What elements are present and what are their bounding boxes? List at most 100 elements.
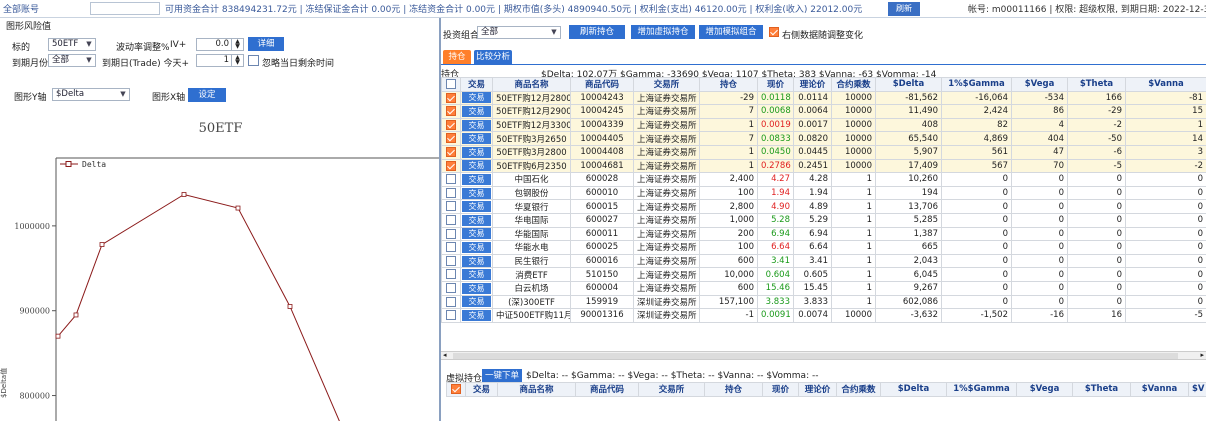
- table-row[interactable]: 交易 50ETF购3月2650 10004405 上海证券交易所 7 0.0833 0.08…: [441, 131, 1206, 146]
- virtual-column-header[interactable]: 交易所: [638, 382, 705, 397]
- row-checkbox[interactable]: [441, 90, 461, 106]
- portfolio-select[interactable]: 全部 ▼: [477, 26, 561, 39]
- trade-button[interactable]: 交易: [462, 146, 491, 158]
- row-checkbox[interactable]: [441, 280, 461, 296]
- virtual-column-header[interactable]: $Vega: [1016, 382, 1073, 397]
- virtual-column-header[interactable]: $Delta: [880, 382, 947, 397]
- stepper-arrows-icon[interactable]: ▲ ▼: [231, 55, 243, 66]
- row-checkbox[interactable]: [441, 226, 461, 242]
- checkbox-icon[interactable]: [446, 242, 456, 253]
- refresh-holdings-button[interactable]: 刷新持仓: [569, 25, 625, 39]
- row-checkbox[interactable]: [441, 131, 461, 146]
- detail-button[interactable]: 详细: [248, 37, 284, 51]
- trade-button[interactable]: 交易: [462, 241, 491, 253]
- table-row[interactable]: 交易 华能国际 600011 上海证券交易所 200 6.94 6.94 1 1,387 0 0 0 0: [441, 226, 1206, 242]
- trade-button[interactable]: 交易: [462, 160, 491, 172]
- trade-button[interactable]: 交易: [462, 214, 491, 226]
- checkbox-icon[interactable]: [446, 282, 456, 293]
- trade-button[interactable]: 交易: [462, 255, 491, 267]
- virtual-select-all[interactable]: [446, 382, 466, 397]
- checkbox-icon[interactable]: [451, 384, 461, 395]
- table-row[interactable]: 交易 白云机场 600004 上海证券交易所 600 15.46 15.45 1 9,267 0 0…: [441, 280, 1206, 296]
- table-row[interactable]: 交易 中证500ETF购11月(90001316 深圳证券交易所 -1 0.0091 0.…: [441, 308, 1206, 323]
- stepper-arrows-icon[interactable]: ▲ ▼: [231, 39, 243, 50]
- checkbox-icon[interactable]: [446, 310, 456, 321]
- checkbox-icon[interactable]: [446, 92, 456, 103]
- checkbox-icon[interactable]: [446, 187, 456, 198]
- virtual-column-header[interactable]: 商品代码: [575, 382, 639, 397]
- account-selector-label[interactable]: 全部账号: [3, 2, 39, 15]
- column-header[interactable]: 持仓: [699, 77, 758, 92]
- iv-stepper[interactable]: 0.0 ▲ ▼: [196, 38, 244, 51]
- right-adjust-checkbox[interactable]: [769, 27, 779, 38]
- trade-button[interactable]: 交易: [462, 105, 491, 117]
- checkbox-icon[interactable]: [446, 214, 456, 225]
- checkbox-icon[interactable]: [446, 174, 456, 185]
- trade-button[interactable]: 交易: [462, 296, 491, 308]
- checkbox-icon[interactable]: [446, 228, 456, 239]
- row-checkbox[interactable]: [441, 185, 461, 201]
- table-row[interactable]: 交易 (深)300ETF 159919 深圳证券交易所 157,100 3.833 3.83…: [441, 294, 1206, 310]
- row-checkbox[interactable]: [441, 294, 461, 310]
- table-row[interactable]: 交易 华能水电 600025 上海证券交易所 100 6.64 6.64 1 665 0 0 0 0: [441, 240, 1206, 255]
- column-header[interactable]: 交易: [460, 77, 493, 92]
- column-header[interactable]: 合约乘数: [831, 77, 876, 92]
- row-checkbox[interactable]: [441, 199, 461, 214]
- table-row[interactable]: 交易 中国石化 600028 上海证券交易所 2,400 4.27 4.28 1 10,260 0…: [441, 172, 1206, 187]
- table-row[interactable]: 交易 包钢股份 600010 上海证券交易所 100 1.94 1.94 1 194 0 0 0 0: [441, 185, 1206, 201]
- trade-button[interactable]: 交易: [462, 92, 491, 104]
- row-checkbox[interactable]: [441, 253, 461, 269]
- virtual-column-header[interactable]: 持仓: [704, 382, 763, 397]
- virtual-column-header[interactable]: 交易: [465, 382, 498, 397]
- trade-button[interactable]: 交易: [462, 228, 491, 240]
- virtual-column-header[interactable]: $V: [1188, 382, 1206, 397]
- checkbox-icon[interactable]: [446, 79, 456, 90]
- table-row[interactable]: 交易 50ETF购12月2800 10004243 上海证券交易所 -29 0.0118 0…: [441, 90, 1206, 106]
- checkbox-icon[interactable]: [446, 160, 456, 171]
- table-row[interactable]: 交易 50ETF购3月2800 10004408 上海证券交易所 1 0.0450 0.04…: [441, 144, 1206, 160]
- virtual-column-header[interactable]: 合约乘数: [836, 382, 881, 397]
- checkbox-icon[interactable]: [446, 147, 456, 158]
- row-checkbox[interactable]: [441, 240, 461, 255]
- column-header[interactable]: $Vanna: [1125, 77, 1206, 92]
- row-checkbox[interactable]: [441, 308, 461, 323]
- add-virtual-holding-button[interactable]: 增加虚拟持仓: [631, 25, 695, 39]
- checkbox-icon[interactable]: [446, 133, 456, 144]
- column-header[interactable]: $Vega: [1011, 77, 1068, 92]
- row-checkbox[interactable]: [441, 172, 461, 187]
- column-header[interactable]: 理论价: [793, 77, 832, 92]
- table-row[interactable]: 交易 消费ETF 510150 上海证券交易所 10,000 0.604 0.605 1 6,0…: [441, 267, 1206, 282]
- checkbox-icon[interactable]: [446, 201, 456, 212]
- account-selector[interactable]: [90, 2, 160, 15]
- table-row[interactable]: 交易 华夏银行 600015 上海证券交易所 2,800 4.90 4.89 1 13,706 0…: [441, 199, 1206, 214]
- table-row[interactable]: 交易 50ETF购6月2350 10004681 上海证券交易所 1 0.2786 0.24…: [441, 158, 1206, 174]
- one-click-order-button[interactable]: 一键下单: [482, 369, 522, 383]
- virtual-column-header[interactable]: 理论价: [798, 382, 837, 397]
- checkbox-icon[interactable]: [446, 255, 456, 266]
- checkbox-icon[interactable]: [446, 296, 456, 307]
- expiry-days-stepper[interactable]: 1 ▲ ▼: [196, 54, 244, 67]
- column-header[interactable]: 现价: [757, 77, 794, 92]
- virtual-column-header[interactable]: $Vanna: [1130, 382, 1189, 397]
- virtual-column-header[interactable]: 1%$Gamma: [946, 382, 1017, 397]
- trade-button[interactable]: 交易: [462, 173, 491, 185]
- ignore-day-checkbox[interactable]: [248, 55, 259, 66]
- trade-button[interactable]: 交易: [462, 133, 491, 145]
- trade-button[interactable]: 交易: [462, 269, 491, 281]
- column-header[interactable]: 商品代码: [570, 77, 634, 92]
- checkbox-icon[interactable]: [446, 106, 456, 117]
- trade-button[interactable]: 交易: [462, 282, 491, 294]
- table-row[interactable]: 交易 50ETF购12月2900 10004245 上海证券交易所 7 0.0068 0.0…: [441, 104, 1206, 119]
- row-checkbox[interactable]: [441, 267, 461, 282]
- column-header[interactable]: 商品名称: [492, 77, 571, 92]
- underlying-select[interactable]: 50ETF ▼: [48, 38, 96, 51]
- trade-button[interactable]: 交易: [462, 309, 491, 321]
- row-checkbox[interactable]: [441, 212, 461, 228]
- row-checkbox[interactable]: [441, 117, 461, 133]
- row-checkbox[interactable]: [441, 104, 461, 119]
- checkbox-icon[interactable]: [446, 119, 456, 130]
- select-all-header[interactable]: [441, 77, 461, 92]
- virtual-column-header[interactable]: 现价: [762, 382, 799, 397]
- column-header[interactable]: $Delta: [875, 77, 942, 92]
- trade-button[interactable]: 交易: [462, 187, 491, 199]
